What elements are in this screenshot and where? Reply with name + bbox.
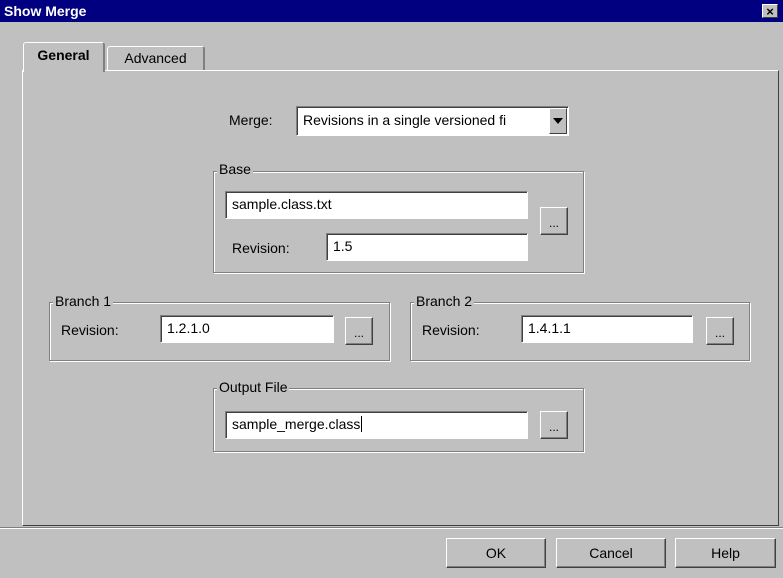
title-bar: Show Merge ×	[0, 0, 783, 22]
merge-dropdown-button[interactable]	[549, 108, 567, 134]
output-legend: Output File	[217, 379, 290, 395]
base-file-input[interactable]: sample.class.txt	[225, 191, 528, 219]
branch1-revision-label: Revision:	[61, 322, 119, 338]
base-revision-label: Revision:	[232, 240, 290, 256]
branch2-revision-label: Revision:	[422, 322, 480, 338]
output-file-value: sample_merge.class	[232, 416, 361, 432]
branch2-browse-button[interactable]: ...	[706, 317, 734, 345]
base-legend: Base	[217, 161, 253, 177]
footer-divider	[0, 527, 783, 529]
text-cursor	[361, 416, 363, 432]
tab-panel-general	[22, 70, 779, 526]
ok-button[interactable]: OK	[446, 538, 546, 568]
base-revision-input[interactable]: 1.5	[326, 233, 528, 261]
window-title: Show Merge	[4, 3, 87, 19]
branch1-legend: Branch 1	[53, 293, 114, 309]
branch1-revision-input[interactable]: 1.2.1.0	[160, 315, 334, 343]
cancel-button[interactable]: Cancel	[556, 538, 666, 568]
merge-label: Merge:	[229, 112, 273, 128]
merge-select-value: Revisions in a single versioned fi	[303, 112, 507, 128]
branch1-browse-button[interactable]: ...	[345, 317, 373, 345]
output-file-input[interactable]: sample_merge.class	[225, 411, 528, 439]
branch2-revision-input[interactable]: 1.4.1.1	[521, 315, 693, 343]
output-browse-button[interactable]: ...	[540, 411, 568, 439]
base-browse-button[interactable]: ...	[540, 207, 568, 235]
branch2-legend: Branch 2	[414, 293, 475, 309]
tab-general[interactable]: General	[23, 42, 105, 72]
chevron-down-icon	[553, 118, 563, 124]
tab-advanced[interactable]: Advanced	[107, 46, 205, 71]
close-icon[interactable]: ×	[762, 4, 778, 19]
help-button[interactable]: Help	[675, 538, 776, 568]
merge-select[interactable]: Revisions in a single versioned fi	[296, 106, 569, 136]
